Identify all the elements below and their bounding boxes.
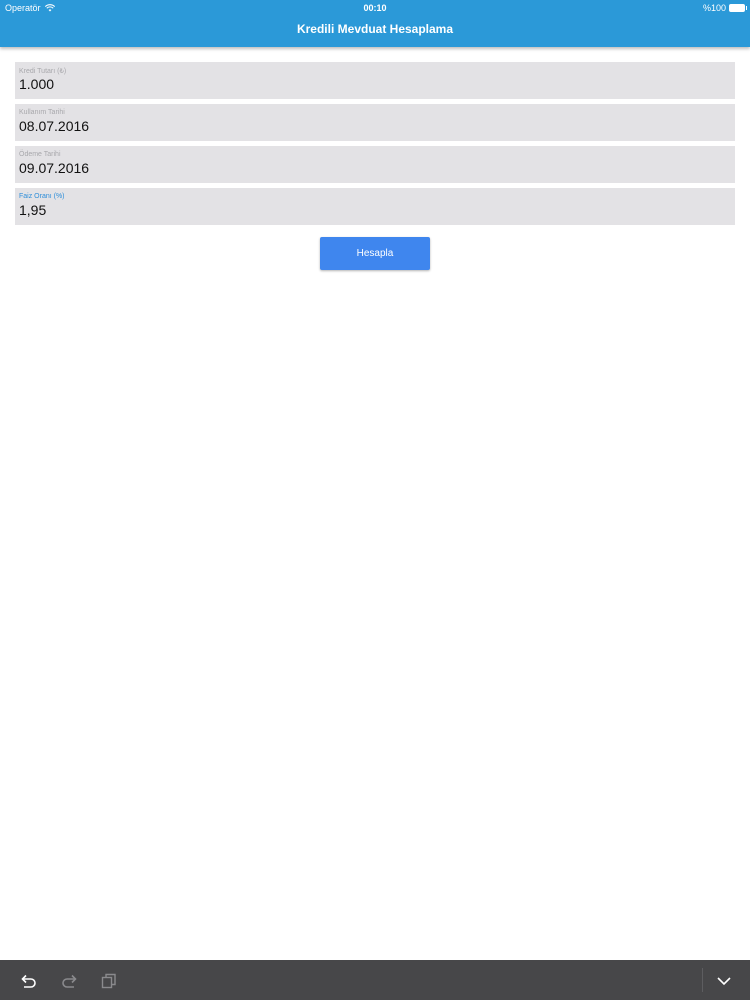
page-title: Kredili Mevduat Hesaplama bbox=[296, 22, 454, 36]
chevron-down-icon[interactable] bbox=[715, 972, 733, 990]
status-bar: Operatör 00:10 %100 bbox=[0, 0, 750, 16]
status-time: 00:10 bbox=[363, 3, 387, 13]
amount-label: Kredi Tutarı (₺) bbox=[19, 68, 67, 75]
app-header: Operatör 00:10 %100 Kredili Mevduat Hesa… bbox=[0, 0, 750, 47]
interest-rate-field[interactable]: Faiz Oranı (%) bbox=[15, 188, 735, 225]
battery-status: %100 bbox=[702, 0, 747, 16]
payment-date-field[interactable]: Ödeme Tarihi bbox=[15, 146, 735, 183]
credit-form: Kredi Tutarı (₺) Kullanım Tarihi Ödeme T… bbox=[15, 62, 735, 230]
battery-percent: %100 bbox=[702, 3, 726, 13]
payment-date-label: Ödeme Tarihi bbox=[19, 151, 61, 158]
copy-icon[interactable] bbox=[100, 972, 118, 990]
calculate-button[interactable]: Hesapla bbox=[320, 237, 430, 270]
usage-date-input[interactable] bbox=[19, 118, 719, 134]
undo-icon[interactable] bbox=[20, 972, 38, 990]
battery-icon bbox=[729, 4, 747, 12]
redo-icon[interactable] bbox=[60, 972, 78, 990]
amount-field[interactable]: Kredi Tutarı (₺) bbox=[15, 62, 735, 99]
usage-date-field[interactable]: Kullanım Tarihi bbox=[15, 104, 735, 141]
interest-rate-input[interactable] bbox=[19, 202, 719, 218]
toolbar-divider bbox=[702, 968, 703, 992]
keyboard-toolbar bbox=[0, 960, 750, 1000]
amount-input[interactable] bbox=[19, 76, 719, 92]
usage-date-label: Kullanım Tarihi bbox=[19, 109, 65, 116]
payment-date-input[interactable] bbox=[19, 160, 719, 176]
interest-rate-label: Faiz Oranı (%) bbox=[19, 193, 65, 200]
